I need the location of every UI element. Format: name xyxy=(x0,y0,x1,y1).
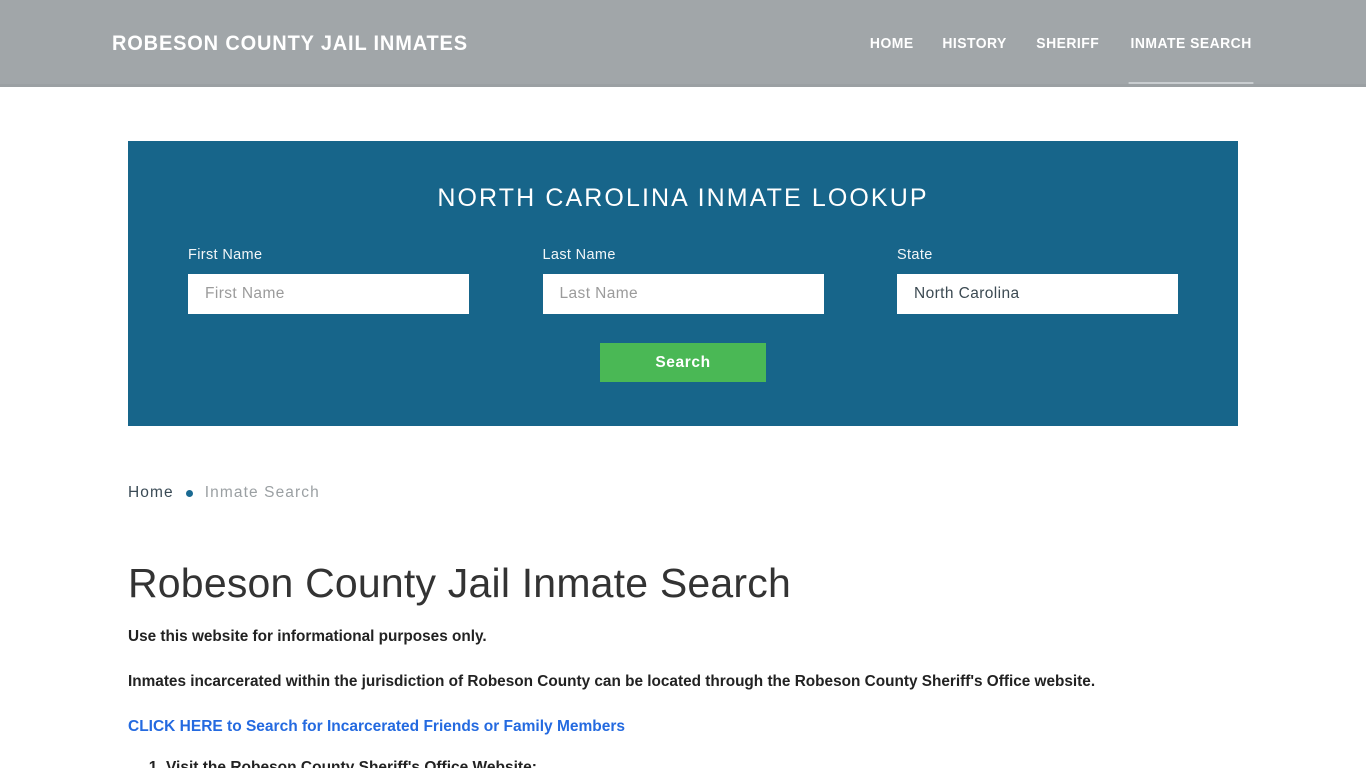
breadcrumb: Home Inmate Search xyxy=(128,484,1238,502)
steps-list: Visit the Robeson County Sheriff's Offic… xyxy=(128,758,1238,768)
submit-row: Search xyxy=(188,343,1178,382)
lookup-field-row: First Name Last Name State xyxy=(188,247,1178,314)
state-field-group: State xyxy=(897,247,1178,314)
lookup-section: North Carolina Inmate Lookup First Name … xyxy=(0,87,1366,426)
breadcrumb-separator-dot-icon xyxy=(185,489,193,497)
nav-item-history[interactable]: History xyxy=(942,0,1006,87)
first-name-label: First Name xyxy=(188,247,263,263)
last-name-input[interactable] xyxy=(542,274,824,314)
state-label: State xyxy=(897,247,933,263)
search-button[interactable]: Search xyxy=(600,343,766,382)
last-name-label: Last Name xyxy=(542,247,616,263)
list-item: Visit the Robeson County Sheriff's Offic… xyxy=(166,758,1238,768)
nav-item-home[interactable]: Home xyxy=(869,0,913,87)
page-title: Robeson County Jail Inmate Search xyxy=(128,560,791,606)
first-name-input[interactable] xyxy=(188,274,469,314)
breadcrumb-current-page: Inmate Search xyxy=(204,484,320,501)
lookup-panel-title: North Carolina Inmate Lookup xyxy=(437,184,929,212)
inmate-lookup-panel: North Carolina Inmate Lookup First Name … xyxy=(128,141,1238,426)
nav-item-inmate-search[interactable]: Inmate Search xyxy=(1128,0,1254,87)
nav-item-sheriff[interactable]: Sheriff xyxy=(1037,0,1100,87)
inmate-search-cta-link[interactable]: CLICK HERE to Search for Incarcerated Fr… xyxy=(128,718,625,736)
main-navigation: Home History Sheriff Inmate Search xyxy=(869,0,1254,87)
site-brand-title: Robeson County Jail Inmates xyxy=(112,31,468,55)
intro-paragraph-2: Inmates incarcerated within the jurisdic… xyxy=(128,673,1096,691)
main-content: Home Inmate Search Robeson County Jail I… xyxy=(128,426,1238,768)
site-header: Robeson County Jail Inmates Home History… xyxy=(0,0,1366,87)
intro-paragraph-1: Use this website for informational purpo… xyxy=(128,628,487,645)
last-name-field-group: Last Name xyxy=(542,247,824,314)
breadcrumb-home-link[interactable]: Home xyxy=(128,484,174,502)
first-name-field-group: First Name xyxy=(188,247,469,314)
state-input[interactable] xyxy=(897,274,1178,314)
